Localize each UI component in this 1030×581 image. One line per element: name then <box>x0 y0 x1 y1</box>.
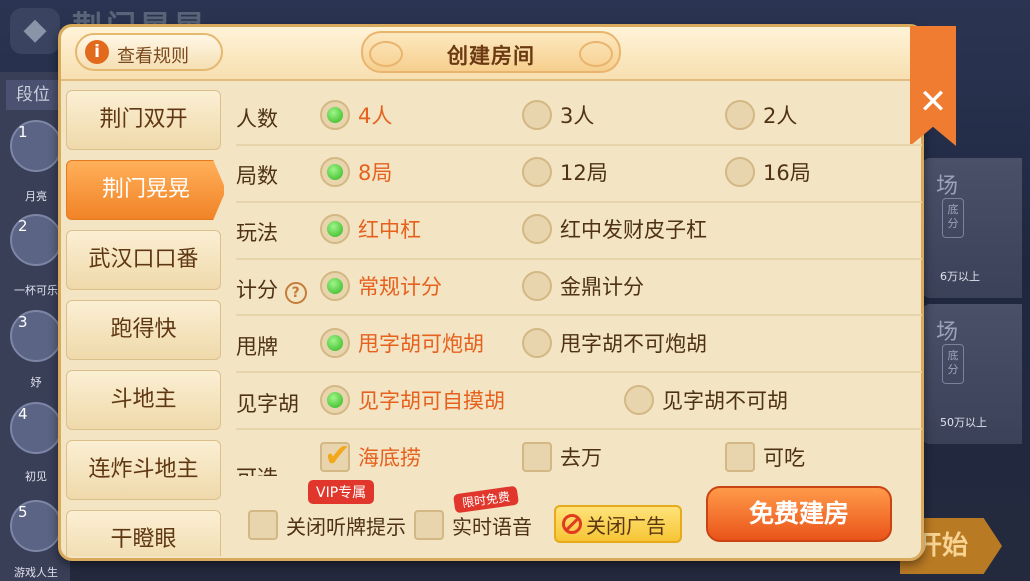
radio-icon <box>522 100 552 130</box>
row-divider <box>236 144 922 146</box>
rounds-option-8[interactable]: 8局 <box>320 155 392 189</box>
throw-label: 甩牌 <box>236 335 278 359</box>
rounds-option-12[interactable]: 12局 <box>522 155 608 189</box>
help-icon[interactable]: ? <box>284 282 307 304</box>
radio-icon <box>320 100 350 130</box>
realtime-voice-checkbox[interactable]: 实时语音 <box>414 508 532 542</box>
close-ads-button[interactable]: 关闭广告 <box>554 505 682 543</box>
title-ribbon: 创建房间 <box>361 31 621 73</box>
back-button[interactable]: ◆ <box>10 8 60 54</box>
radio-icon <box>725 100 755 130</box>
radio-icon <box>522 328 552 358</box>
radio-icon <box>725 157 755 187</box>
ban-icon <box>562 514 582 534</box>
room-card-base: 底分 <box>942 344 964 384</box>
dialog-header: i 查看规则 创建房间 <box>61 27 921 81</box>
players-option-2[interactable]: 2人 <box>725 98 797 132</box>
jianzi-option-no[interactable]: 见字胡不可胡 <box>624 383 788 417</box>
vip-badge: VIP专属 <box>308 480 375 504</box>
radio-icon <box>320 385 350 415</box>
info-icon: i <box>85 40 109 64</box>
row-divider <box>236 258 922 260</box>
extra-option-haidilao[interactable]: 海底捞 <box>320 436 421 474</box>
rank-avatar[interactable]: 1 <box>10 120 62 172</box>
radio-icon <box>522 214 552 244</box>
players-option-3[interactable]: 3人 <box>522 98 594 132</box>
rank-avatar[interactable]: 4 <box>10 402 62 454</box>
play-label: 玩法 <box>236 221 278 245</box>
jianzi-option-zimo[interactable]: 见字胡可自摸胡 <box>320 383 505 417</box>
radio-icon <box>624 385 654 415</box>
room-card-base: 底分 <box>942 198 964 238</box>
play-option-hongzhong-facai[interactable]: 红中发财皮子杠 <box>522 212 707 246</box>
view-rules-label: 查看规则 <box>117 46 189 67</box>
dialog-title: 创建房间 <box>447 44 535 68</box>
checkbox-icon <box>414 510 444 540</box>
tab-doudizhu[interactable]: 斗地主 <box>66 370 221 430</box>
room-card[interactable]: 场 底分 50万以上 <box>922 304 1022 444</box>
radio-icon <box>320 328 350 358</box>
room-card-name: 场 <box>936 320 959 345</box>
game-tabs: 荆门双开 荆门晃晃 武汉口口番 跑得快 斗地主 连炸斗地主 干瞪眼 <box>64 86 224 556</box>
play-option-hongzhong[interactable]: 红中杠 <box>320 212 421 246</box>
view-rules-button[interactable]: i 查看规则 <box>75 33 223 71</box>
rank-avatar[interactable]: 5 <box>10 500 62 552</box>
room-card-requirement: 50万以上 <box>940 416 987 429</box>
checkbox-icon <box>248 510 278 540</box>
tab-wuhan-koukoufan[interactable]: 武汉口口番 <box>66 230 221 290</box>
back-icon: ◆ <box>23 12 47 47</box>
close-ting-hint-checkbox[interactable]: 关闭听牌提示 <box>248 508 406 542</box>
radio-icon <box>522 157 552 187</box>
tab-jingmen-huanghuang[interactable]: 荆门晃晃 <box>66 160 224 220</box>
row-divider <box>236 428 922 430</box>
radio-icon <box>320 214 350 244</box>
row-divider <box>236 201 922 203</box>
room-card-name: 场 <box>936 174 959 199</box>
extra-option-quwan[interactable]: 去万 <box>522 440 602 474</box>
rank-header: 段位 <box>6 80 66 110</box>
players-option-4[interactable]: 4人 <box>320 98 392 132</box>
radio-icon <box>522 271 552 301</box>
tab-gandengyan[interactable]: 干瞪眼 <box>66 510 221 556</box>
players-label: 人数 <box>236 107 278 131</box>
rank-avatar[interactable]: 3 <box>10 310 62 362</box>
rank-name: 游戏人生 <box>14 566 58 579</box>
extra-label: 可选 <box>236 462 278 476</box>
row-divider <box>236 371 922 373</box>
checkbox-icon <box>522 442 552 472</box>
room-card-requirement: 6万以上 <box>940 270 980 283</box>
extra-option-kechi[interactable]: 可吃 <box>725 440 805 474</box>
tab-paodekuai[interactable]: 跑得快 <box>66 300 221 360</box>
row-divider <box>236 314 922 316</box>
checkbox-icon <box>320 436 351 474</box>
throw-option-pao[interactable]: 甩字胡可炮胡 <box>320 326 484 360</box>
rank-avatar[interactable]: 2 <box>10 214 62 266</box>
scoring-label: 计分 ? <box>236 274 307 304</box>
scoring-option-normal[interactable]: 常规计分 <box>320 269 442 303</box>
close-button[interactable]: ✕ <box>910 26 956 146</box>
rounds-option-16[interactable]: 16局 <box>725 155 811 189</box>
tab-jingmen-shuangkai[interactable]: 荆门双开 <box>66 90 221 150</box>
scoring-option-jinding[interactable]: 金鼎计分 <box>522 269 644 303</box>
room-card[interactable]: 场 底分 6万以上 <box>922 158 1022 298</box>
radio-icon <box>320 271 350 301</box>
jianzi-label: 见字胡 <box>236 392 299 416</box>
throw-option-nopao[interactable]: 甩字胡不可炮胡 <box>522 326 707 360</box>
rounds-label: 局数 <box>236 164 278 188</box>
tab-lianzha-doudizhu[interactable]: 连炸斗地主 <box>66 440 221 500</box>
create-room-button[interactable]: 免费建房 <box>706 486 892 542</box>
close-icon: ✕ <box>918 82 948 122</box>
radio-icon <box>320 157 350 187</box>
checkbox-icon <box>725 442 755 472</box>
